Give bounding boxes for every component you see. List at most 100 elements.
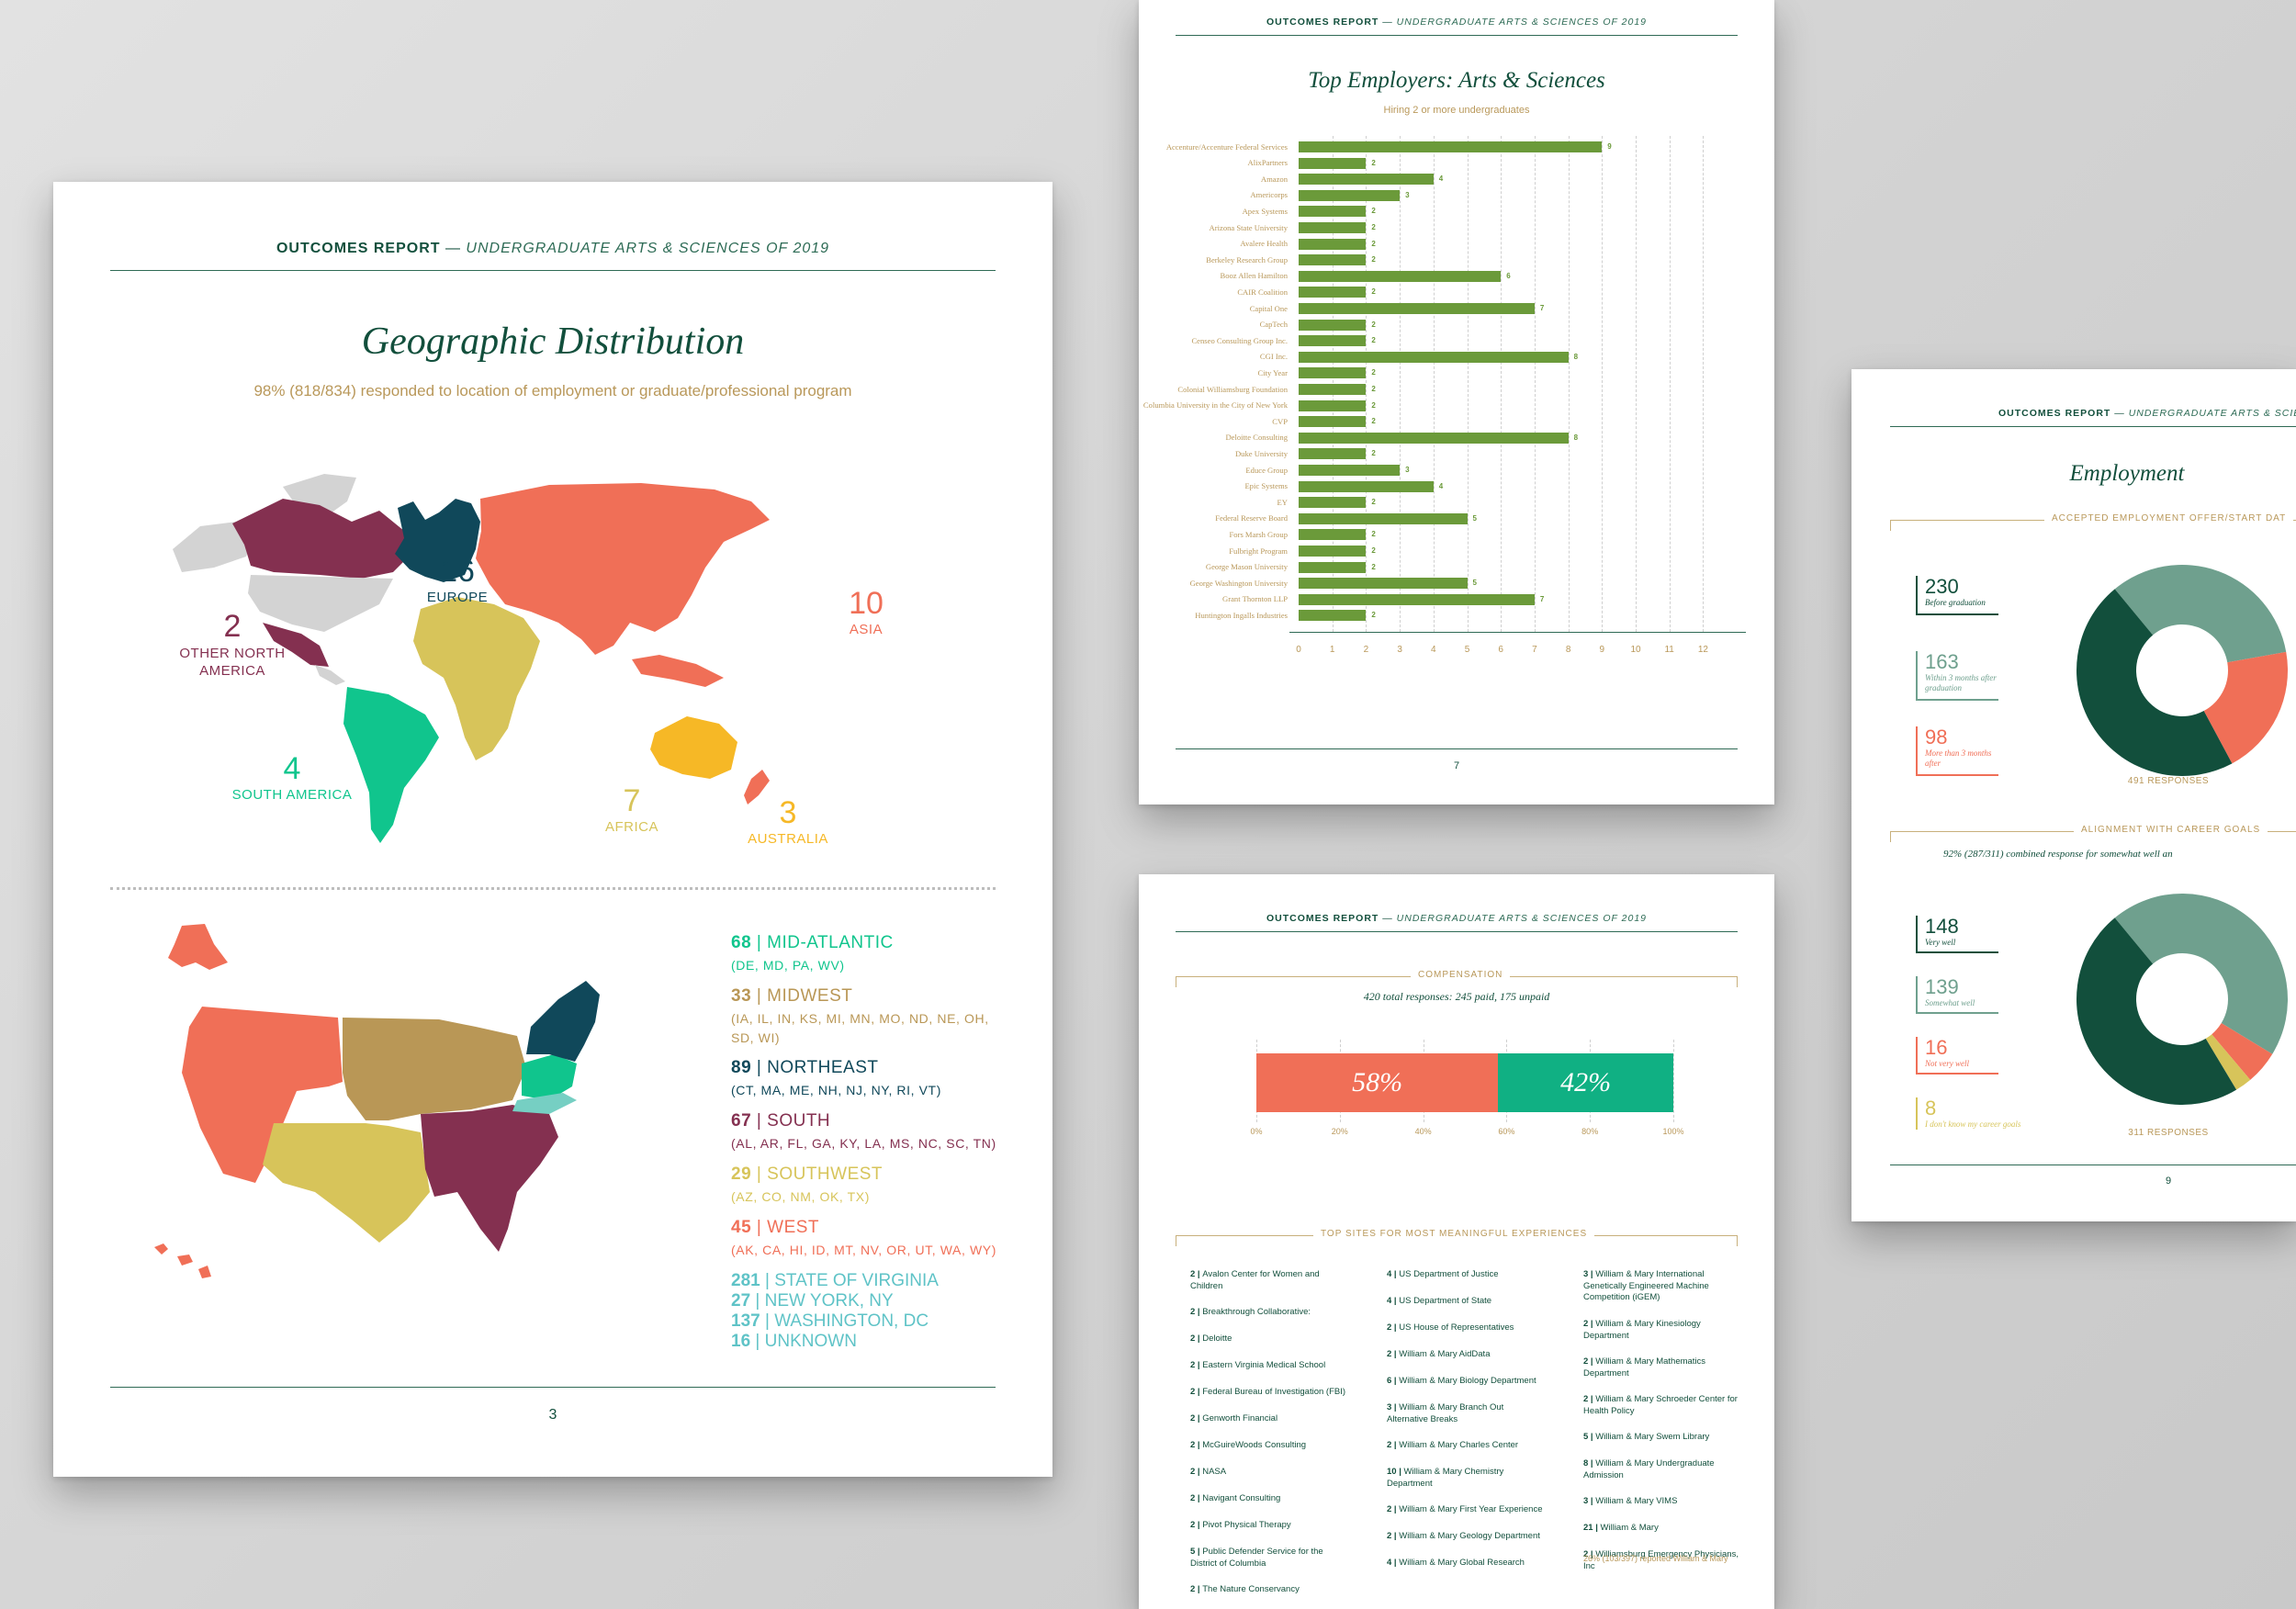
align-responses: 311 RESPONSES [2128,1128,2209,1138]
legend-count: 29 [731,1165,752,1184]
comp-axis-tick: 100% [1662,1127,1684,1136]
page-title: Geographic Distribution [361,321,745,363]
chart-subtitle: Hiring 2 or more undergraduates [1383,105,1530,116]
section-title-compensation: COMPENSATION [1411,970,1511,980]
legend-midwest: 33 | MIDWEST (IA, IL, IN, KS, MI, MN, MO… [731,986,1007,1048]
employer-bar [1299,529,1367,541]
page-subtitle: 98% (818/834) responded to location of e… [253,382,852,399]
employer-bar [1299,367,1367,379]
x-tick-label: 12 [1697,645,1708,655]
employer-bar [1299,189,1401,201]
site-entry: 2 | Deloitte [1190,1333,1232,1344]
chart-title: Top Employers: Arts & Sciences [1308,68,1605,93]
x-tick-label: 7 [1532,645,1537,655]
grid-line [1400,136,1401,632]
page-top-employers: OUTCOMES REPORT — UNDERGRADUATE ARTS & S… [1139,0,1774,804]
employer-label: Berkeley Research Group [1206,254,1288,264]
employer-label: Fulbright Program [1229,546,1288,556]
legend-states: (DE, MD, PA, WV) [731,958,845,973]
employer-label: Accenture/Accenture Federal Services [1165,141,1288,152]
stat-before-graduation: 230 Before graduation [1916,576,1998,615]
alignment-donut [2077,894,2288,1105]
running-header: OUTCOMES REPORT — UNDERGRADUATE ARTS & S… [1266,913,1648,924]
employer-label: Columbia University in the City of New Y… [1142,400,1288,411]
legend-unknown: 16 | UNKNOWN [731,1332,857,1351]
employer-bar [1299,416,1367,428]
map-southwest [263,1123,430,1243]
comp-axis-tick: 60% [1498,1127,1515,1136]
employer-label: CapTech [1259,320,1288,330]
employer-value-label: 8 [1573,352,1579,361]
map-asia-islands [632,655,724,687]
employer-value-label: 8 [1573,433,1579,442]
employer-value-label: 2 [1371,611,1376,620]
legend-states: (AZ, CO, NM, OK, TX) [731,1189,870,1204]
running-header: OUTCOMES REPORT — UNDERGRADUATE ARTS & S… [53,241,1052,257]
employer-bar [1299,287,1367,298]
employer-label: Educe Group [1245,465,1288,475]
comp-axis-tick: 40% [1414,1127,1432,1136]
header-rule [1176,931,1738,932]
legend-region: WEST [767,1218,820,1237]
legend-states: (IA, IL, IN, KS, MI, MN, MO, ND, NE, OH,… [731,1011,989,1045]
header-bold: OUTCOMES REPORT [276,241,441,256]
sites-list: 2 | Avalon Center for Women and Children… [1190,1269,1760,1600]
site-entry: 2 | William & Mary First Year Experience [1387,1504,1543,1514]
employer-bar [1299,238,1367,250]
employer-value-label: 5 [1472,579,1477,588]
region-count: 3 [779,795,797,830]
grid-line [1673,1040,1674,1122]
employer-bar [1299,254,1367,266]
site-entry: 4 | US Department of Justice [1387,1269,1499,1279]
x-tick-label: 5 [1464,645,1470,655]
employer-label: Duke University [1234,448,1288,458]
site-entry: 2 | William & Mary Geology Department [1387,1531,1540,1541]
footer-rule [1176,748,1738,749]
employer-label: Arizona State University [1209,222,1288,232]
employer-bar [1299,303,1535,314]
employer-value-label: 2 [1371,498,1376,507]
grid-line [1703,136,1705,632]
site-entry: 21 | William & Mary [1583,1523,1659,1533]
employer-value-label: 2 [1371,449,1376,458]
running-header: OUTCOMES REPORT — UNDERGRADUATE ARTS & S… [1266,17,1648,28]
employer-value-label: 2 [1371,417,1376,426]
region-name: SOUTH AMERICA [231,787,353,803]
employer-bar [1299,448,1367,460]
site-entry: 2 | William & Mary Mathematics Departmen… [1583,1356,1706,1378]
stat-not-very-well: 16 Not very well [1916,1037,1998,1075]
employer-label: George Mason University [1205,562,1288,572]
region-label-south-america: 4 SOUTH AMERICA [228,751,356,803]
legend-west: 45 | WEST (AK, CA, HI, ID, MT, NV, OR, U… [731,1218,996,1260]
site-entry: 10 | William & Mary Chemistry Department [1387,1467,1504,1489]
grid-line [1568,136,1570,632]
region-label-africa: 7 AFRICA [591,783,673,835]
region-count: 2 [223,609,242,644]
legend-washington-dc: 137 | WASHINGTON, DC [731,1311,929,1331]
employer-bar [1299,157,1367,169]
employer-bar [1299,497,1367,509]
comp-grid: 58% 42% [1256,1040,1674,1122]
legend-states: (CT, MA, ME, NH, NJ, NY, RI, VT) [731,1083,941,1097]
employer-value-label: 2 [1371,400,1376,410]
comp-axis-tick: 20% [1331,1127,1348,1136]
x-tick-label: 1 [1329,645,1335,655]
legend-states: (AK, CA, HI, ID, MT, NV, OR, UT, WA, WY) [731,1243,996,1257]
x-tick-label: 0 [1296,645,1301,655]
employer-bar [1299,399,1367,411]
page-number: 7 [1453,760,1460,771]
employer-bar [1299,174,1434,186]
site-entry: 2 | NASA [1190,1467,1227,1477]
employer-label: CAIR Coalition [1237,287,1288,297]
site-entry: 2 | Eastern Virginia Medical School [1190,1360,1326,1370]
map-central-america [315,665,345,685]
employer-value-label: 2 [1371,385,1376,393]
legend-count: 89 [731,1058,752,1077]
employer-bar [1299,319,1367,331]
section-rule-left-tick [1890,520,1891,531]
employer-value-label: 5 [1472,513,1477,523]
employer-label: Apex Systems [1242,206,1288,216]
region-count: 4 [283,751,301,786]
site-entry: 2 | McGuireWoods Consulting [1190,1440,1307,1450]
section-title-offer: ACCEPTED EMPLOYMENT OFFER/START DAT [2044,513,2294,523]
